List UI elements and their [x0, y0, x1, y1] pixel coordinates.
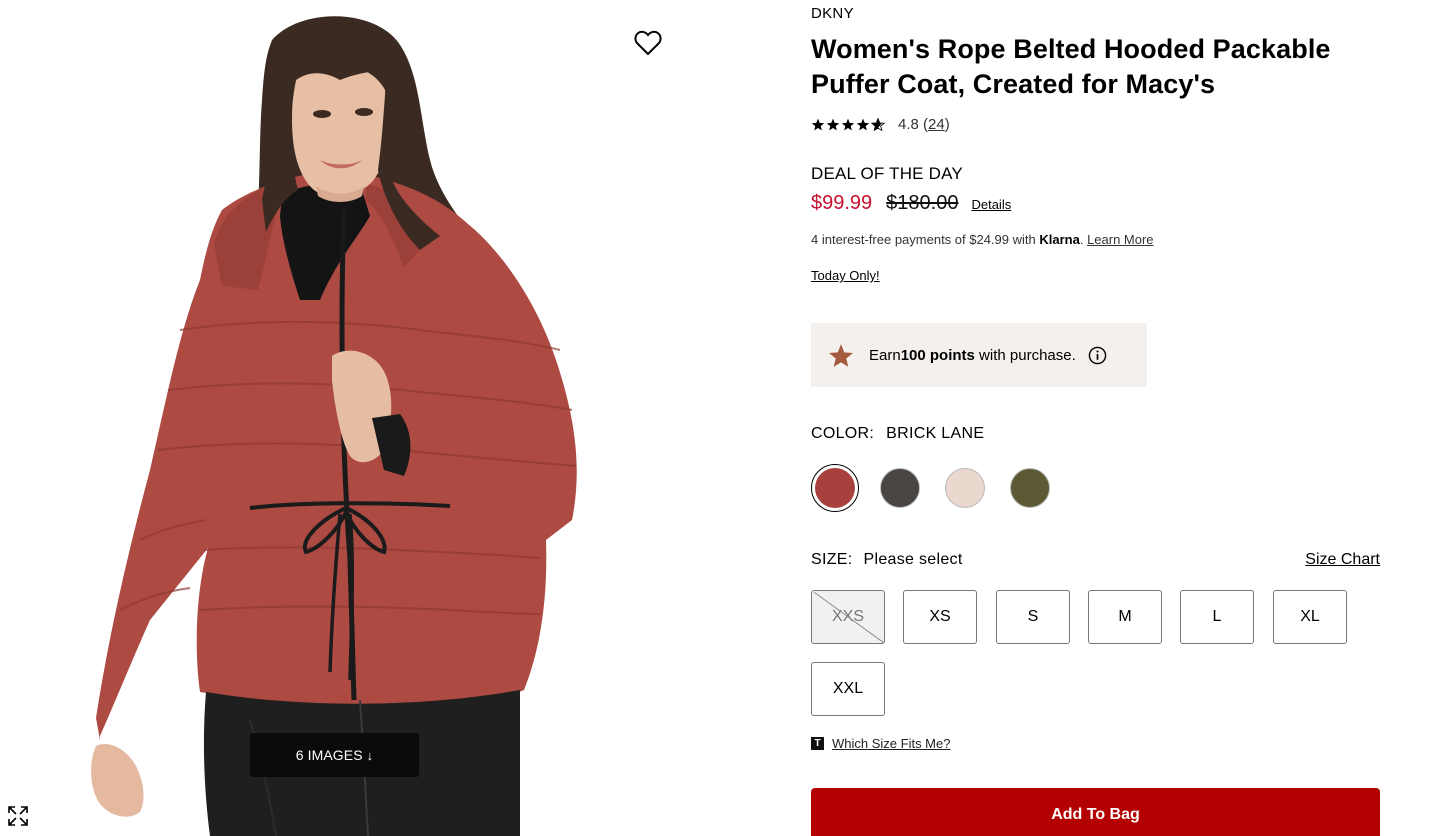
- size-chart-link[interactable]: Size Chart: [1305, 551, 1380, 569]
- rating-count-close-paren: ): [944, 116, 950, 133]
- color-swatches: [811, 464, 1054, 512]
- product-page: 6 IMAGES ↓ DKNY Women's Rope Belted Hood…: [0, 0, 1430, 836]
- klarna-suffix: .: [1079, 232, 1088, 247]
- sale-price: $99.99: [811, 192, 873, 214]
- selected-color-name: BRICK LANE: [886, 425, 985, 442]
- rating-count-open-paren: (: [918, 116, 929, 133]
- price-row: $99.99 $180.00 Details: [811, 192, 1011, 215]
- product-details: DKNY Women's Rope Belted Hooded Packable…: [811, 0, 1381, 836]
- price-details-link[interactable]: Details: [971, 197, 1011, 212]
- heart-icon: [634, 30, 662, 56]
- size-option-label: XL: [1300, 608, 1320, 625]
- size-option-label: XXS: [831, 608, 864, 625]
- size-selection-label: SIZE: Please select Size Chart: [811, 551, 1380, 569]
- klarna-installments: 4 interest-free payments of $24.99 with …: [811, 232, 1154, 247]
- size-option-xl[interactable]: XL: [1273, 590, 1347, 644]
- points-suffix: with purchase.: [974, 346, 1076, 364]
- rating-value: 4.8: [898, 116, 919, 133]
- which-size-fits-me-link[interactable]: Which Size Fits Me?: [832, 736, 950, 751]
- color-selection-label: COLOR: BRICK LANE: [811, 425, 984, 443]
- star-icon: [811, 118, 825, 131]
- swatch-color-dot: [880, 468, 920, 508]
- view-all-images-button[interactable]: 6 IMAGES ↓: [250, 733, 419, 777]
- klarna-logo: Klarna: [1039, 232, 1080, 247]
- size-option-m[interactable]: M: [1088, 590, 1162, 644]
- size-option-label: S: [1027, 608, 1039, 625]
- selected-size-value: Please select: [863, 551, 963, 568]
- info-button[interactable]: [1088, 346, 1107, 365]
- rating-summary[interactable]: 4.8 (24): [811, 116, 950, 133]
- size-fit-helper: T Which Size Fits Me?: [811, 736, 950, 751]
- color-swatch-blush[interactable]: [941, 464, 989, 512]
- info-icon: [1088, 346, 1107, 364]
- brand-link[interactable]: DKNY: [811, 5, 854, 22]
- klarna-learn-more-link[interactable]: Learn More: [1087, 232, 1153, 247]
- product-photo[interactable]: [0, 0, 700, 836]
- today-only-link[interactable]: Today Only!: [811, 268, 880, 283]
- add-to-bag-button[interactable]: Add To Bag: [811, 788, 1380, 836]
- product-title: Women's Rope Belted Hooded Packable Puff…: [811, 34, 1331, 99]
- color-swatch-olive[interactable]: [1006, 464, 1054, 512]
- wishlist-button[interactable]: [628, 26, 668, 60]
- points-amount: 100 points: [900, 346, 975, 364]
- points-prefix: Earn: [869, 346, 901, 364]
- color-swatch-charcoal[interactable]: [876, 464, 924, 512]
- star-icon: [856, 118, 870, 131]
- star-icon: [841, 118, 855, 131]
- size-option-l[interactable]: L: [1180, 590, 1254, 644]
- expand-image-button[interactable]: [4, 802, 32, 830]
- size-option-label: XXL: [832, 680, 864, 697]
- size-option-label: M: [1118, 608, 1132, 625]
- image-gallery: 6 IMAGES ↓: [0, 0, 700, 836]
- star-half-icon: [871, 118, 885, 131]
- size-option-label: L: [1212, 608, 1222, 625]
- original-price: $180.00: [886, 192, 959, 214]
- true-fit-icon: T: [811, 737, 824, 750]
- deal-of-the-day-label: DEAL OF THE DAY: [811, 164, 963, 183]
- color-swatch-brick-lane[interactable]: [811, 464, 859, 512]
- size-option-s[interactable]: S: [996, 590, 1070, 644]
- star-icon: [826, 118, 840, 131]
- rewards-points-banner: Earn 100 points with purchase.: [811, 323, 1147, 387]
- color-label: COLOR:: [811, 425, 875, 442]
- arrow-down-icon: ↓: [366, 747, 374, 763]
- size-option-xxl[interactable]: XXL: [811, 662, 885, 716]
- swatch-color-dot: [815, 468, 855, 508]
- star-rewards-icon: [828, 343, 854, 368]
- size-label: SIZE:: [811, 551, 853, 568]
- expand-arrows-icon: [8, 806, 28, 826]
- swatch-color-dot: [1010, 468, 1050, 508]
- size-option-xxs[interactable]: XXS: [811, 590, 885, 644]
- size-option-xs[interactable]: XS: [903, 590, 977, 644]
- star-rating: [811, 118, 885, 131]
- klarna-text: 4 interest-free payments of $24.99 with: [811, 232, 1040, 247]
- swatch-color-dot: [945, 468, 985, 508]
- review-count-link[interactable]: 24: [928, 116, 945, 133]
- size-option-label: XS: [929, 608, 951, 625]
- images-count-label: 6 IMAGES: [295, 747, 363, 763]
